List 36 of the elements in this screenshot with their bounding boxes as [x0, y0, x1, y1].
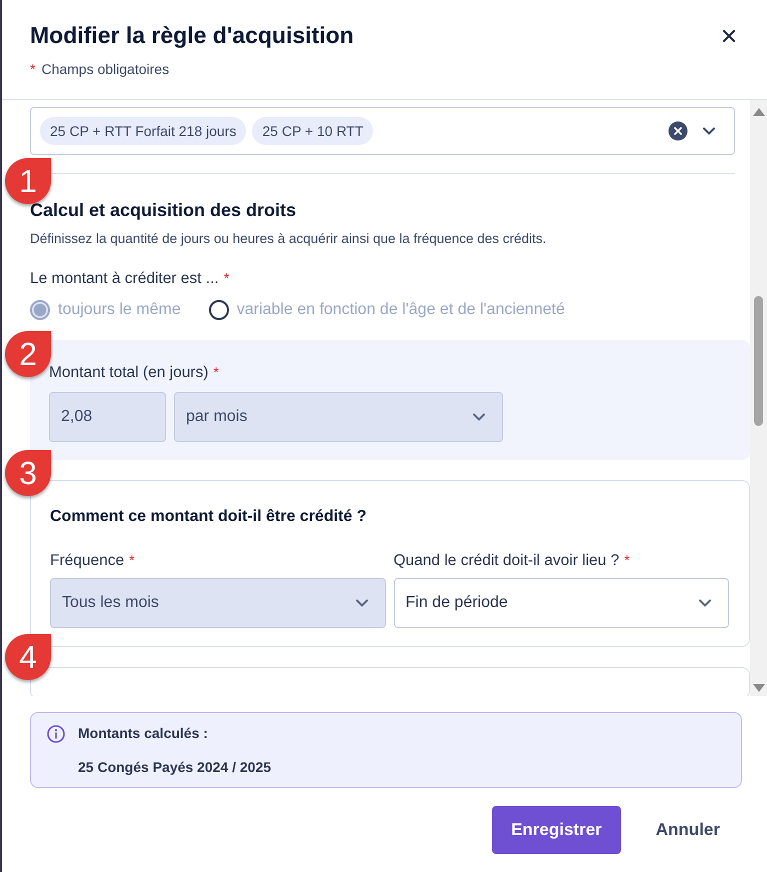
info-text: 25 Congés Payés 2024 / 2025 [78, 759, 272, 775]
callout-marker: 4 [5, 634, 51, 680]
chevron-down-icon [472, 412, 486, 422]
callout-marker: 3 [5, 450, 51, 496]
selected-tag[interactable]: 25 CP + RTT Forfait 218 jours [40, 117, 246, 145]
cancel-button[interactable]: Annuler [636, 806, 739, 854]
callout-marker: 1 [5, 158, 51, 204]
field-label: Fréquence [50, 552, 124, 570]
required-mark: * [129, 552, 135, 570]
scroll-down-icon[interactable] [752, 684, 764, 692]
scroll-thumb[interactable] [754, 296, 763, 426]
info-title: Montants calculés : [78, 725, 209, 741]
tag-select-field[interactable]: 25 CP + RTT Forfait 218 jours 25 CP + 10 RTT [30, 107, 735, 155]
field-label: Quand le crédit doit-il avoir lieu ? [394, 552, 620, 570]
info-icon [47, 725, 65, 743]
scroll-up-icon[interactable] [752, 108, 764, 116]
section-description: Définissez la quantité de jours ou heures à acquérir ainsi que la fréquence des crédits. [30, 231, 548, 246]
field-label: Le montant à créditer est ... [30, 270, 219, 288]
field-label: Montant total (en jours) [49, 364, 208, 382]
chevron-down-icon [354, 598, 368, 608]
selected-tag[interactable]: 25 CP + 10 RTT [252, 117, 374, 145]
required-mark: * [213, 364, 219, 382]
required-mark: * [30, 61, 36, 77]
scrollbar[interactable] [750, 100, 767, 696]
dropdown-select[interactable]: Fin de période [394, 578, 729, 628]
clear-icon[interactable] [668, 121, 688, 141]
chevron-down-icon[interactable] [702, 126, 716, 136]
dialog-title: Modifier la règle d'acquisition [30, 22, 354, 49]
chevron-down-icon [698, 598, 712, 608]
close-icon [723, 30, 735, 42]
required-mark: * [624, 552, 630, 570]
callout-marker: 2 [5, 331, 51, 377]
card-title: Comment ce montant doit-il être crédité ? [50, 508, 368, 526]
required-note: Champs obligatoires [41, 61, 170, 77]
save-button[interactable]: Enregistrer [492, 806, 621, 854]
required-mark: * [224, 270, 230, 288]
